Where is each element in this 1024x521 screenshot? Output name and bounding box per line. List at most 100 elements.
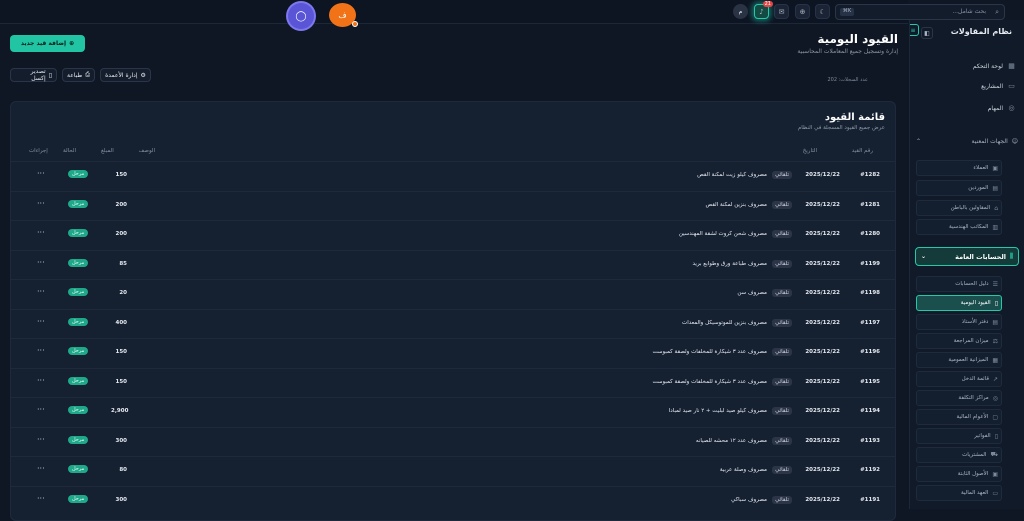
entry-amount: 85	[119, 260, 127, 267]
header-description[interactable]: الوصف	[139, 148, 155, 154]
sidebar-subitem-balance-sheet[interactable]: ▦ الميزانية العمومية	[916, 352, 1002, 368]
book-icon: ▯	[994, 299, 998, 307]
sheet-icon: ▦	[992, 356, 998, 364]
sidebar-subitem-fixed-assets[interactable]: ▣ الأصول الثابتة	[916, 466, 1002, 482]
sidebar-subitem-engineering-offices[interactable]: ▥ المكاتب الهندسية	[916, 219, 1002, 235]
folder-icon: ▭	[1008, 82, 1015, 90]
messages-button[interactable]: ✉	[774, 4, 789, 19]
sidebar-subitem-label: القيود اليومية	[960, 300, 991, 306]
table-row[interactable]: #1193 2025/12/22 تلقائي مصروف عدد ١٢ محشه ل…	[11, 426, 895, 456]
panel-icon: ◧	[924, 30, 930, 37]
sidebar-subitem-label: الأصول الثابتة	[957, 471, 989, 477]
entry-status-badge: مرحل	[68, 199, 89, 208]
entry-amount: 150	[115, 349, 127, 355]
more-actions-icon[interactable]: ···	[37, 169, 45, 178]
entry-type-badge: تلقائي	[772, 289, 792, 297]
sidebar-group-accounts[interactable]: ⫼ الحسابات العامة ⌄	[915, 247, 1019, 266]
records-count: عدد السجلات: 202	[827, 77, 868, 83]
table-row[interactable]: #1194 2025/12/22 تلقائي مصروف كيلو صيد لبلي…	[11, 397, 895, 426]
entry-amount: 400	[115, 319, 127, 326]
more-actions-icon[interactable]: ···	[37, 464, 45, 473]
entry-id: #1192	[860, 467, 880, 473]
add-entry-button[interactable]: ⊕ إضافة قيد جديد	[10, 35, 85, 52]
header-status[interactable]: الحالة	[63, 148, 76, 154]
hard-hat-icon: ⌂	[994, 204, 998, 212]
sidebar-item-projects[interactable]: ▭ المشاريع	[916, 78, 1016, 94]
sidebar-item-dashboard[interactable]: ▦ لوحة التحكم	[916, 58, 1016, 74]
main-content: القيود اليومية إدارة وتسجيل جميع المعامل…	[0, 24, 908, 521]
entry-id: #1199	[860, 260, 880, 267]
header-amount[interactable]: المبلغ	[101, 148, 114, 154]
manage-columns-button[interactable]: ⚙ إدارة الأعمدة	[100, 68, 151, 82]
table-row[interactable]: #1196 2025/12/22 تلقائي مصروف عدد ٣ شيكارة …	[11, 338, 895, 367]
more-actions-icon[interactable]: ···	[37, 287, 45, 296]
sidebar-subitem-purchases[interactable]: ⛟ المشتريات	[916, 447, 1002, 463]
more-actions-icon[interactable]: ···	[37, 258, 45, 267]
header-date[interactable]: التاريخ	[803, 148, 817, 154]
entry-type-badge: تلقائي	[772, 200, 792, 209]
sidebar-group-parties[interactable]: ☺ الجهات المعنية ⌃	[914, 134, 1018, 148]
sidebar-subitem-subcontractors[interactable]: ⌂ المقاولين بالباطن	[916, 200, 1002, 216]
more-actions-icon[interactable]: ···	[37, 405, 45, 414]
sidebar-subitem-clients[interactable]: ▣ العملاء	[916, 160, 1002, 176]
sidebar-subitem-custodies[interactable]: ▭ العهد المالية	[916, 485, 1002, 501]
table-row[interactable]: #1199 2025/12/22 تلقائي مصروف طباعة ورق وطو…	[11, 249, 895, 279]
entry-description: مصروف عدد ٣ شيكارة للمخلفات ولصقة كمبوست	[652, 378, 767, 385]
entry-status-badge: مرحل	[68, 317, 89, 326]
theme-toggle-button[interactable]: ☾	[815, 4, 830, 19]
more-actions-icon[interactable]: ···	[37, 376, 45, 385]
assistant-fab-label: ف	[338, 10, 347, 20]
sidebar-subitem-label: المكاتب الهندسية	[949, 224, 989, 230]
chevron-down-icon: ⌄	[921, 253, 927, 260]
sidebar-collapse-button[interactable]: ◧	[921, 27, 933, 39]
chat-bubble-icon: ◯	[295, 10, 307, 22]
more-actions-icon[interactable]: ···	[37, 346, 45, 355]
ledger-icon: ▤	[992, 318, 998, 326]
print-button[interactable]: ⎙ طباعة	[62, 68, 95, 82]
sidebar-subitem-suppliers[interactable]: ▤ الموردين	[916, 180, 1002, 196]
table-row[interactable]: #1280 2025/12/22 تلقائي مصروف شحن كروت لشقة…	[11, 220, 895, 249]
global-search-input[interactable]: ⌕ بحث شامل... K⌘	[835, 4, 1005, 20]
table-row[interactable]: #1192 2025/12/22 تلقائي مصروف وصلة عربية 80 م…	[11, 456, 895, 485]
sidebar-subitem-journal-entries[interactable]: ▯ القيود اليومية	[916, 295, 1002, 311]
table-row[interactable]: #1195 2025/12/22 تلقائي مصروف عدد ٣ شيكارة …	[11, 367, 895, 397]
sidebar-subitem-chart-of-accounts[interactable]: ☰ دليل الحسابات	[916, 276, 1002, 292]
search-icon: ⌕	[995, 8, 999, 16]
export-excel-button[interactable]: ▯ تصدير إكسل	[10, 68, 57, 82]
sidebar-subitem-label: الميزانية العمومية	[948, 357, 989, 363]
user-avatar[interactable]: م	[733, 4, 748, 19]
sidebar-subitem-trial-balance[interactable]: ⚖ ميزان المراجعة	[916, 333, 1002, 349]
table-row[interactable]: #1281 2025/12/22 تلقائي مصروف بنزين لمكنة ا…	[11, 190, 895, 220]
table-row[interactable]: #1198 2025/12/22 تلقائي مصروف سن 20 مرحل ···	[11, 279, 895, 308]
receipt-icon: ▯	[994, 432, 998, 440]
more-actions-icon[interactable]: ···	[37, 228, 45, 237]
entry-id: #1196	[860, 349, 880, 355]
sidebar-subitem-cost-centers[interactable]: ◎ مراكز التكلفة	[916, 390, 1002, 406]
cart-icon: ⛟	[990, 451, 998, 458]
sidebar-item-label: المشاريع	[981, 82, 1003, 90]
notifications-button[interactable]: ♪ 21	[754, 1, 773, 19]
sidebar-subitem-invoices[interactable]: ▯ الفواتير	[916, 428, 1002, 444]
sidebar-subitem-fiscal-years[interactable]: ▢ الأعوام المالية	[916, 409, 1002, 425]
header-actions: إجراءات	[29, 148, 48, 154]
chevron-up-icon: ⌃	[916, 137, 922, 145]
more-actions-icon[interactable]: ···	[37, 435, 45, 444]
more-actions-icon[interactable]: ···	[37, 317, 45, 326]
table-row[interactable]: #1197 2025/12/22 تلقائي مصروف بنزين للموتوس…	[11, 308, 895, 338]
sidebar-subitem-income-statement[interactable]: ↗ قائمة الدخل	[916, 371, 1002, 387]
page-title: القيود اليومية	[817, 32, 898, 46]
sidebar-subitem-ledger[interactable]: ▤ دفتر الأستاذ	[916, 314, 1002, 330]
table-row[interactable]: #1191 2025/12/22 تلقائي مصروف سباكي 300 مرحل ·…	[11, 485, 895, 515]
header-id[interactable]: رقم القيد	[852, 148, 873, 154]
more-actions-icon[interactable]: ···	[37, 199, 45, 208]
printer-icon: ⎙	[85, 71, 91, 78]
more-actions-icon[interactable]: ···	[37, 494, 45, 503]
table-row[interactable]: #1282 2025/12/22 تلقائي مصروف كيلو زيت لمكن…	[11, 161, 895, 190]
entry-type-badge: تلقائي	[772, 466, 792, 474]
sidebar-subitem-label: العهد المالية	[960, 490, 989, 496]
entry-amount: 80	[119, 467, 127, 473]
wallet-icon: ▭	[992, 489, 998, 497]
sidebar-item-tasks[interactable]: ◎ المهام	[916, 100, 1016, 116]
entry-status-badge: مرحل	[68, 435, 89, 444]
language-button[interactable]: ⊕	[795, 4, 810, 19]
